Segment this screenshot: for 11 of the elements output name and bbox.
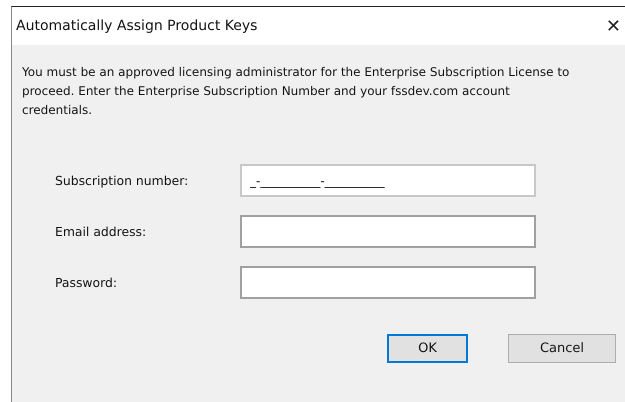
field-label: Email address: — [54, 224, 148, 239]
default-button[interactable]: OK — [387, 334, 468, 363]
field-label: Password: — [54, 275, 118, 290]
window-title: Automatically Assign Product Keys — [16, 18, 258, 34]
field-label: Subscription number: — [54, 173, 190, 188]
close-button[interactable]: ✕ — [602, 16, 625, 36]
input-field[interactable] — [240, 215, 536, 248]
input-field[interactable]: _-__________-__________ — [240, 164, 536, 197]
instruction-text: You must be an approved licensing administrator for the Enterprise Subscription License to proceed. Enter the Enterprise Subscription Number and your fssdev.com account credentials. — [22, 64, 570, 119]
dialog-button[interactable]: Cancel — [508, 334, 616, 363]
input-field[interactable] — [240, 266, 536, 299]
